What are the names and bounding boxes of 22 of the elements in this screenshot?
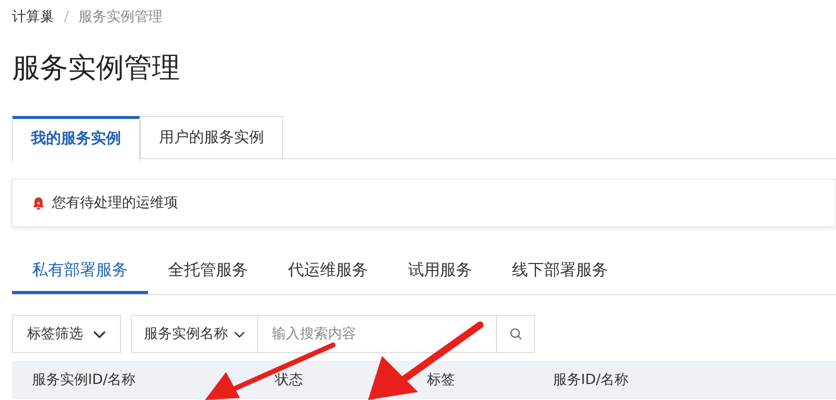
tag-filter-dropdown[interactable]: 标签筛选 bbox=[12, 315, 121, 353]
breadcrumb-separator: / bbox=[64, 9, 69, 25]
tab[interactable]: 代运维服务 bbox=[268, 249, 388, 294]
alert-text: 您有待处理的运维项 bbox=[52, 194, 178, 212]
column-header: 状态 bbox=[275, 371, 304, 389]
tab[interactable]: 私有部署服务 bbox=[12, 249, 148, 294]
tab[interactable]: 试用服务 bbox=[388, 249, 492, 294]
column-header: 服务实例ID/名称 bbox=[32, 371, 137, 389]
tab[interactable]: 全托管服务 bbox=[148, 249, 268, 294]
column-header: 服务ID/名称 bbox=[553, 371, 630, 389]
chevron-down-icon bbox=[93, 330, 106, 338]
breadcrumb-item[interactable]: 计算巢 bbox=[12, 8, 54, 26]
column-header: 标签 bbox=[427, 371, 456, 389]
tab[interactable]: 线下部署服务 bbox=[492, 249, 628, 294]
chevron-down-icon bbox=[234, 330, 245, 338]
search-icon bbox=[508, 327, 522, 341]
breadcrumb-item: 服务实例管理 bbox=[78, 8, 163, 26]
search-field[interactable]: 服务实例名称 输入搜索内容 bbox=[131, 315, 535, 353]
tab[interactable]: 用户的服务实例 bbox=[140, 116, 283, 158]
alarm-bell-icon bbox=[31, 196, 46, 210]
tab[interactable]: 我的服务实例 bbox=[12, 116, 140, 161]
page-title: 服务实例管理 bbox=[12, 50, 181, 86]
